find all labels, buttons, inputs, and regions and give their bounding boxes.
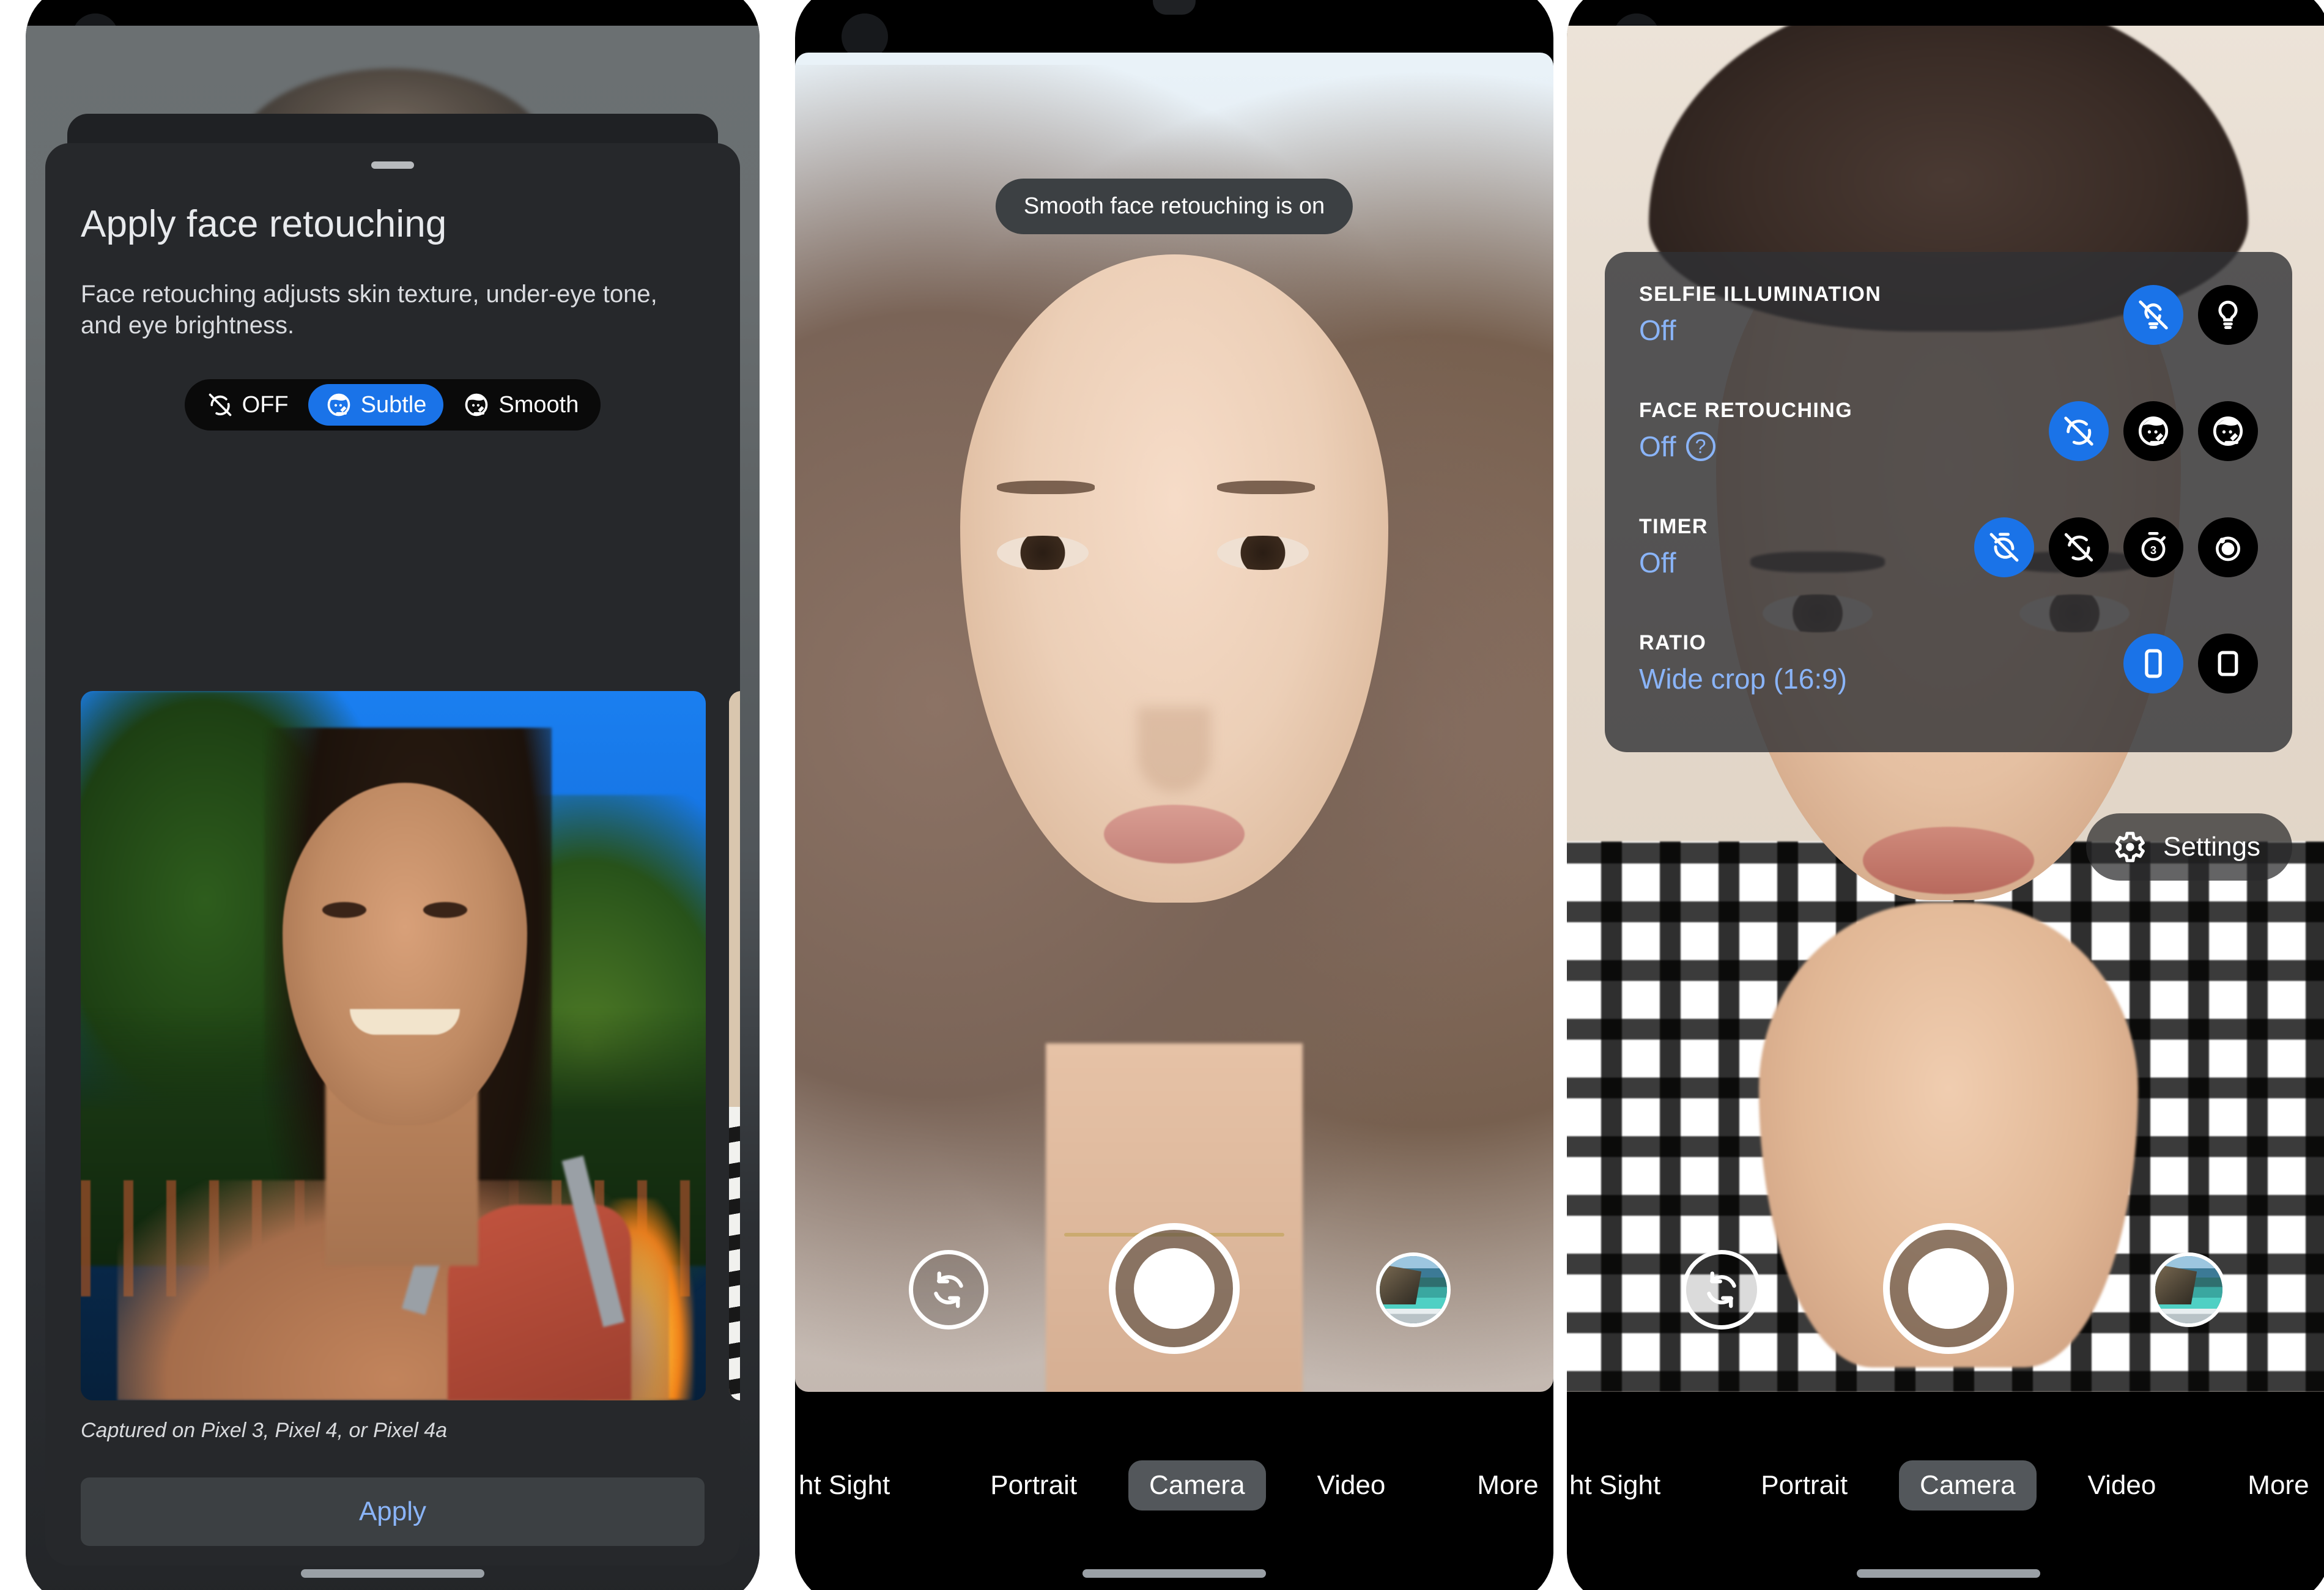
setting-value: Off [1639, 547, 1676, 579]
mode-video[interactable]: Video [2067, 1460, 2177, 1511]
sample-photo-carousel[interactable] [45, 691, 740, 1400]
mode-strip-2: ht Sight Portrait Camera Video More [795, 1452, 1553, 1519]
svg-text:3: 3 [2150, 544, 2156, 556]
setting-value: Off [1639, 431, 1676, 462]
option-face-retouch-subtle[interactable] [2123, 401, 2183, 461]
mode-camera[interactable]: Camera [1128, 1460, 1266, 1511]
retouch-option-subtle[interactable]: Subtle [308, 384, 444, 426]
option-selfie-illumination-on[interactable] [2198, 285, 2258, 345]
mode-camera[interactable]: Camera [1899, 1460, 2037, 1511]
option-ratio-4-3[interactable] [2198, 634, 2258, 693]
option-timer-10s[interactable] [2198, 517, 2258, 577]
retouch-option-off-label: OFF [242, 391, 289, 418]
mode-more[interactable]: More [2227, 1460, 2324, 1511]
camera-controls-3 [1567, 1196, 2324, 1392]
gear-icon [2115, 832, 2145, 862]
option-selfie-illumination-off[interactable] [2123, 285, 2183, 345]
camera-viewfinder-2[interactable]: Smooth face retouching is on [795, 53, 1553, 1392]
sample-photo-primary[interactable] [81, 691, 706, 1400]
retouch-option-smooth[interactable]: Smooth [446, 384, 596, 426]
segmented-control: OFF Subtle Smooth [184, 379, 601, 431]
sheet-title: Apply face retouching [81, 203, 447, 245]
toast-message: Smooth face retouching is on [995, 179, 1353, 234]
phone-screen-2: Smooth face retouching is on ht Sight Po… [795, 0, 1553, 1590]
screenshot-stage: Apply face retouching Face retouching ad… [0, 0, 2324, 1590]
quick-setting-timer: TIMER Off 3 [1639, 512, 2258, 629]
timer-none-icon [2064, 533, 2093, 562]
setting-title: SELFIE ILLUMINATION [1639, 283, 1882, 306]
option-timer-off[interactable] [1974, 517, 2034, 577]
home-indicator-2 [1082, 1569, 1266, 1578]
help-icon[interactable]: ? [1686, 432, 1715, 461]
aspect-16-9-icon [2145, 649, 2162, 678]
flip-camera-icon [934, 1271, 963, 1308]
home-indicator-3 [1857, 1569, 2040, 1578]
setting-title: FACE RETOUCHING [1639, 399, 1853, 422]
face-retouch-off-icon [209, 393, 231, 416]
camera-controls-2 [795, 1196, 1553, 1392]
setting-value: Off [1639, 314, 1676, 346]
flip-camera-icon [1707, 1271, 1736, 1308]
shutter-inner [1134, 1248, 1215, 1329]
setting-title: TIMER [1639, 515, 1708, 538]
sheet-drag-handle[interactable] [371, 161, 414, 169]
quick-setting-selfie-illumination: SELFIE ILLUMINATION Off [1639, 280, 2258, 396]
option-ratio-wide[interactable] [2123, 634, 2183, 693]
mode-night-sight[interactable]: ht Sight [1567, 1460, 1681, 1511]
gallery-thumbnail-button[interactable] [2152, 1252, 2226, 1327]
mode-portrait[interactable]: Portrait [1740, 1460, 1868, 1511]
mode-night-sight[interactable]: ht Sight [795, 1460, 911, 1511]
mode-portrait[interactable]: Portrait [969, 1460, 1098, 1511]
light-off-icon [2139, 300, 2168, 330]
gallery-thumbnail [1380, 1256, 1447, 1323]
setting-title: RATIO [1639, 631, 1707, 654]
face-retouch-smooth-icon [465, 393, 488, 416]
aspect-4-3-icon [2218, 651, 2238, 676]
settings-button[interactable]: Settings [2086, 813, 2292, 881]
settings-button-label: Settings [2163, 832, 2260, 862]
home-indicator-1 [301, 1569, 484, 1578]
face-retouch-subtle-icon [327, 393, 350, 416]
setting-value: Wide crop (16:9) [1639, 663, 1848, 695]
timer-off-icon [1989, 533, 2019, 562]
mode-strip-3: ht Sight Portrait Camera Video More [1567, 1452, 2324, 1519]
face-retouching-bottom-sheet: Apply face retouching Face retouching ad… [45, 143, 740, 1566]
expand-settings-button[interactable] [1153, 0, 1196, 15]
face-retouch-smooth-icon [2213, 416, 2243, 446]
option-face-retouch-off[interactable] [2049, 401, 2109, 461]
retouch-option-subtle-label: Subtle [360, 391, 427, 418]
option-timer-none[interactable] [2049, 517, 2109, 577]
option-timer-3s[interactable]: 3 [2123, 517, 2183, 577]
quick-setting-face-retouching: FACE RETOUCHING Off ? [1639, 396, 2258, 512]
shutter-button[interactable] [1109, 1223, 1240, 1354]
face-retouch-subtle-icon [2138, 416, 2169, 446]
sheet-description: Face retouching adjusts skin texture, un… [81, 280, 657, 339]
retouch-option-off[interactable]: OFF [190, 384, 306, 426]
photo-caption: Captured on Pixel 3, Pixel 4, or Pixel 4… [81, 1419, 448, 1442]
flip-camera-button[interactable] [1682, 1250, 1761, 1329]
apply-button[interactable]: Apply [81, 1477, 705, 1546]
shutter-inner [1908, 1248, 1989, 1329]
quick-settings-panel: SELFIE ILLUMINATION Off FACE RETOUCHING … [1605, 252, 2292, 752]
retouch-option-smooth-label: Smooth [498, 391, 579, 418]
shutter-button[interactable] [1883, 1223, 2014, 1354]
flip-camera-button[interactable] [909, 1250, 988, 1329]
face-retouch-off-icon [2064, 416, 2093, 446]
gallery-thumbnail-button[interactable] [1376, 1252, 1451, 1327]
timer-3s-icon: 3 [2141, 531, 2166, 561]
gallery-thumbnail [2155, 1256, 2222, 1323]
retouch-level-selector: OFF Subtle Smooth [81, 379, 705, 431]
mode-more[interactable]: More [1456, 1460, 1553, 1511]
quick-setting-ratio: RATIO Wide crop (16:9) [1639, 629, 2258, 720]
camera-viewfinder-3[interactable]: SELFIE ILLUMINATION Off FACE RETOUCHING … [1567, 26, 2324, 1392]
phone-screen-1: Apply face retouching Face retouching ad… [26, 0, 760, 1590]
option-face-retouch-smooth[interactable] [2198, 401, 2258, 461]
sample-photo-next[interactable] [729, 691, 740, 1400]
timer-10s-icon [2216, 536, 2240, 561]
phone-screen-3: SELFIE ILLUMINATION Off FACE RETOUCHING … [1567, 0, 2324, 1590]
light-bulb-icon [2218, 300, 2238, 329]
mode-video[interactable]: Video [1297, 1460, 1407, 1511]
